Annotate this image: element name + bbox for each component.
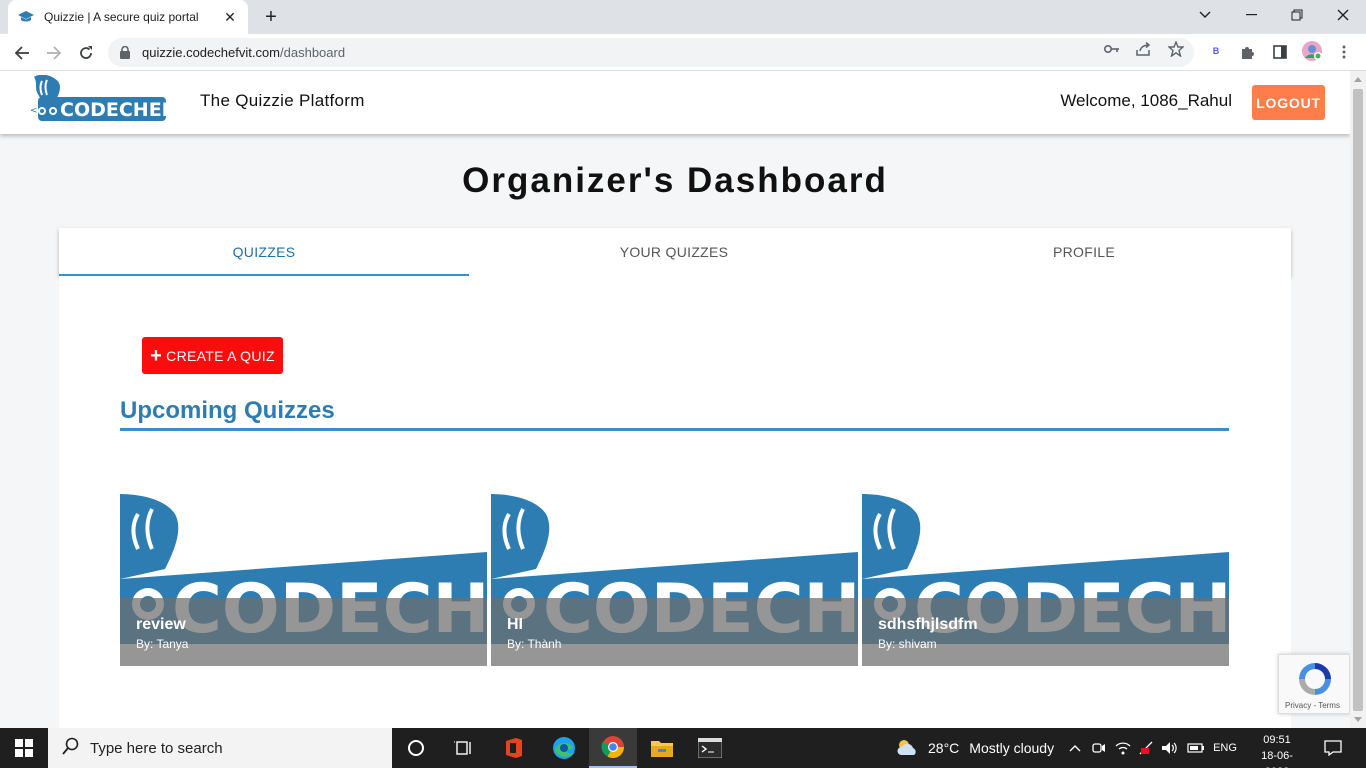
browser-tab-bar: Quizzie | A secure quiz portal ✕ + [0, 0, 1366, 34]
quiz-card[interactable]: CODECHEF sdhsfhjlsdfm By: shivam [862, 494, 1229, 666]
quiz-name: HI [507, 616, 523, 633]
cortana-icon[interactable] [392, 728, 440, 768]
platform-title: The Quizzie Platform [200, 91, 365, 110]
scrollbar-thumb[interactable] [1353, 89, 1363, 711]
key-icon[interactable] [1103, 41, 1121, 57]
quiz-name: sdhsfhjlsdfm [878, 616, 978, 633]
card-caption-overlay [491, 598, 858, 666]
logo-wordmark: CODECHEF [60, 99, 170, 121]
browser-tab[interactable]: Quizzie | A secure quiz portal ✕ [8, 0, 248, 34]
quiz-author: By: Thành [507, 637, 562, 651]
battery-icon[interactable] [1186, 728, 1206, 768]
notification-icon[interactable] [1320, 728, 1346, 768]
codechef-logo[interactable]: CODECHEF < [28, 74, 175, 125]
url-text: quizzie.codechefvit.com/dashboard [142, 45, 345, 60]
window-close-icon[interactable] [1320, 0, 1366, 30]
tab-profile[interactable]: PROFILE [879, 228, 1289, 276]
volume-icon[interactable] [1160, 728, 1180, 768]
address-bar[interactable]: quizzie.codechefvit.com/dashboard [108, 38, 1194, 67]
cloud-sun-icon [896, 738, 918, 759]
side-panel-icon[interactable] [1270, 42, 1290, 62]
tab-your-quizzes[interactable]: YOUR QUIZZES [469, 228, 879, 276]
bookmark-star-icon[interactable] [1167, 41, 1185, 57]
tab-search-chevron-icon[interactable] [1182, 0, 1228, 30]
terminal-icon[interactable] [686, 728, 734, 768]
show-hidden-icons-chevron-icon[interactable] [1066, 728, 1084, 768]
new-tab-icon[interactable]: + [258, 4, 284, 30]
share-icon[interactable] [1135, 41, 1153, 57]
quiz-card[interactable]: CODECHEF HI By: Thành [491, 494, 858, 666]
create-quiz-button[interactable]: + CREATE A QUIZ [142, 337, 283, 374]
svg-text:<: < [30, 106, 38, 116]
minimize-icon[interactable] [1228, 0, 1274, 30]
recaptcha-icon [1299, 663, 1331, 695]
windows-start-icon[interactable] [0, 728, 48, 768]
search-placeholder: Type here to search [90, 739, 223, 757]
forward-arrow-icon[interactable] [40, 39, 68, 67]
windows-taskbar: Type here to search 28°C Mostly cloudy E… [0, 728, 1366, 768]
system-clock[interactable]: 09:51 18-06-2022 [1252, 732, 1302, 768]
page-title: Organizer's Dashboard [462, 161, 888, 200]
weather-temperature: 28°C [928, 740, 960, 756]
task-view-icon[interactable] [440, 728, 488, 768]
dashboard-tabs: QUIZZES YOUR QUIZZES PROFILE [59, 228, 1291, 276]
search-icon [62, 737, 80, 760]
quiz-author: By: Tanya [136, 637, 189, 651]
edge-icon[interactable] [540, 728, 588, 768]
scroll-up-icon[interactable] [1354, 77, 1362, 82]
wifi-icon[interactable] [1114, 728, 1132, 768]
chrome-icon[interactable] [589, 728, 637, 768]
plus-icon: + [150, 344, 163, 367]
tab-title: Quizzie | A secure quiz portal [44, 10, 199, 24]
tab-close-icon[interactable]: ✕ [222, 9, 238, 26]
menu-dots-icon[interactable] [1334, 42, 1354, 62]
file-explorer-icon[interactable] [638, 728, 686, 768]
app-header: CODECHEF < The Quizzie Platform Welcome,… [0, 71, 1350, 134]
section-divider [120, 428, 1229, 431]
welcome-text: Welcome, 1086_Rahul [1060, 91, 1232, 110]
url-host: quizzie.codechefvit.com [142, 45, 281, 60]
reload-icon[interactable] [72, 39, 100, 67]
recaptcha-badge[interactable]: Privacy - Terms [1278, 654, 1350, 714]
logout-button[interactable]: LOGOUT [1252, 85, 1325, 120]
quiz-author: By: shivam [878, 637, 937, 651]
upcoming-quizzes-heading: Upcoming Quizzes [120, 397, 335, 424]
quiz-name: review [136, 616, 186, 633]
create-quiz-label: CREATE A QUIZ [166, 347, 275, 364]
restore-icon[interactable] [1274, 0, 1320, 30]
back-arrow-icon[interactable] [8, 39, 36, 67]
page-scrollbar[interactable] [1350, 71, 1366, 728]
meet-now-icon[interactable] [1090, 728, 1108, 768]
scroll-down-icon[interactable] [1354, 717, 1362, 722]
quiz-card[interactable]: CODECHEF review By: Tanya [120, 494, 487, 666]
url-path: /dashboard [280, 45, 346, 60]
page-viewport: CODECHEF < The Quizzie Platform Welcome,… [0, 71, 1350, 728]
extension-b-icon[interactable]: B [1206, 41, 1226, 61]
office-icon[interactable] [490, 728, 538, 768]
clock-time: 09:51 [1263, 734, 1291, 746]
input-language[interactable]: ENG [1210, 728, 1240, 768]
graduation-cap-icon [18, 9, 34, 25]
clock-date: 18-06-2022 [1261, 750, 1293, 768]
extensions-puzzle-icon[interactable] [1238, 42, 1258, 62]
tab-quizzes[interactable]: QUIZZES [59, 228, 469, 276]
taskbar-search-box[interactable]: Type here to search [48, 728, 392, 768]
network-status-icon[interactable] [1136, 728, 1156, 768]
browser-toolbar: quizzie.codechefvit.com/dashboard B [0, 34, 1366, 71]
recaptcha-terms[interactable]: Privacy - Terms [1285, 701, 1340, 710]
profile-avatar[interactable] [1301, 40, 1323, 62]
lock-icon[interactable] [118, 46, 132, 60]
weather-widget[interactable]: 28°C Mostly cloudy [896, 728, 1054, 768]
weather-description: Mostly cloudy [969, 740, 1055, 756]
